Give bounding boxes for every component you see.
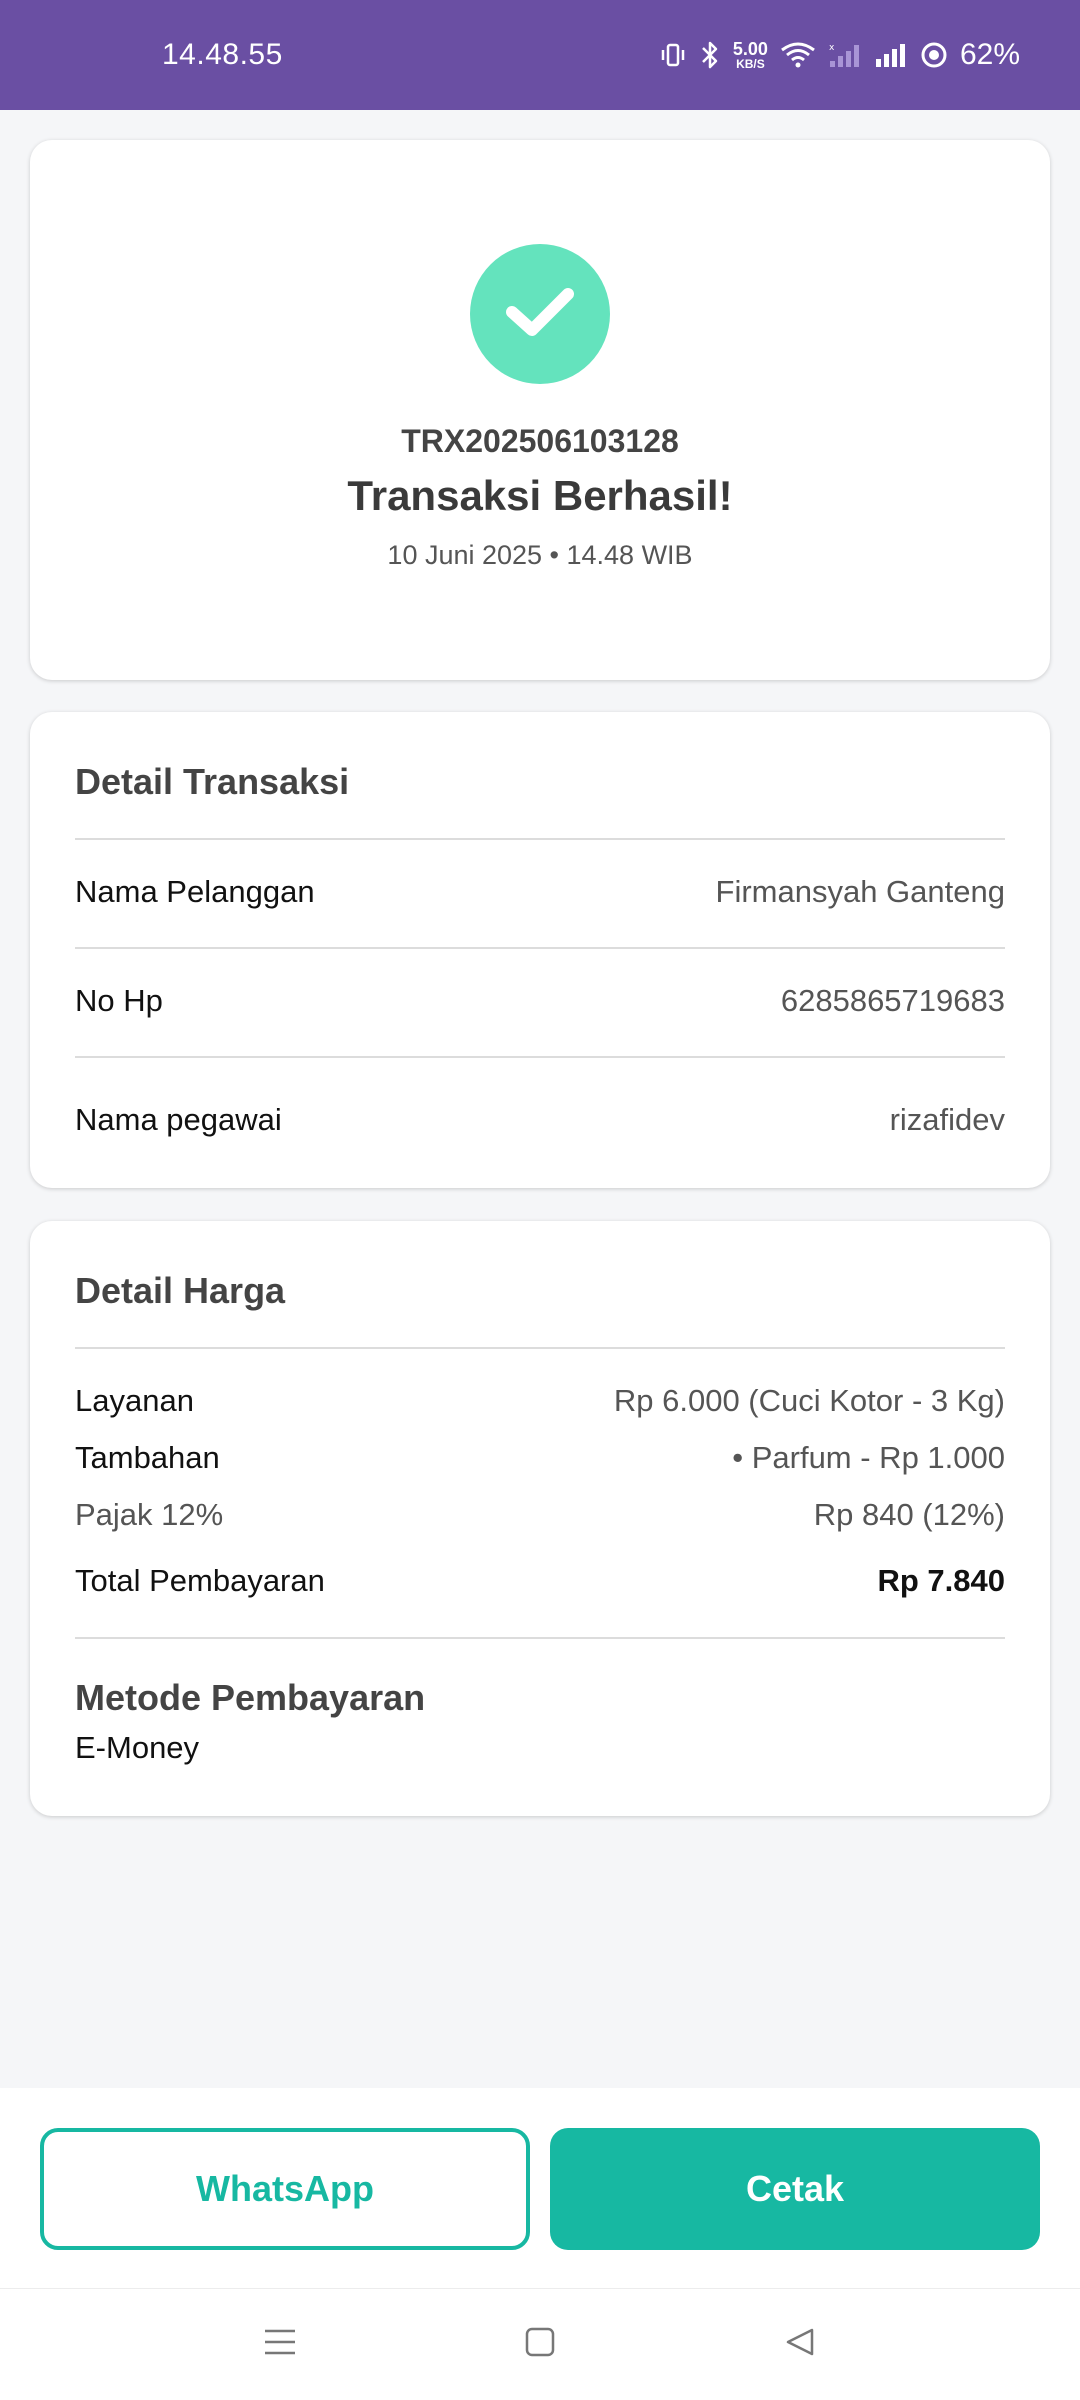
wifi-icon bbox=[780, 41, 816, 69]
recents-button[interactable] bbox=[250, 2315, 310, 2375]
total-value: Rp 7.840 bbox=[877, 1563, 1005, 1598]
bottom-action-bar: WhatsApp Cetak bbox=[0, 2088, 1080, 2288]
price-label: Layanan bbox=[75, 1383, 194, 1418]
divider bbox=[75, 1637, 1005, 1639]
print-button[interactable]: Cetak bbox=[550, 2128, 1040, 2250]
signal-strong-icon bbox=[874, 41, 908, 69]
system-nav-bar bbox=[0, 2288, 1080, 2400]
divider bbox=[75, 1347, 1005, 1349]
status-bar: 14.48.55 5.00 KB/S x 62% bbox=[0, 0, 1080, 110]
price-section-title: Detail Harga bbox=[75, 1270, 286, 1311]
success-title: Transaksi Berhasil! bbox=[347, 472, 733, 519]
menu-icon bbox=[263, 2326, 297, 2363]
price-value: Rp 6.000 (Cuci Kotor - 3 Kg) bbox=[613, 1383, 1005, 1418]
battery-percentage: 62% bbox=[959, 38, 1020, 71]
payment-method-title: Metode Pembayaran bbox=[75, 1677, 426, 1718]
total-label: Total Pembayaran bbox=[75, 1563, 325, 1598]
back-button[interactable] bbox=[770, 2315, 830, 2375]
svg-text:x: x bbox=[829, 43, 835, 53]
price-value: • Parfum - Rp 1.000 bbox=[732, 1440, 1005, 1475]
battery-icon bbox=[920, 41, 948, 69]
detail-label: Nama pegawai bbox=[75, 1102, 282, 1137]
price-row-tax: Pajak 12% Rp 840 (12%) bbox=[75, 1497, 1005, 1533]
transaction-detail-card: Detail Transaksi Nama Pelanggan Firmansy… bbox=[30, 712, 1050, 1188]
square-icon bbox=[524, 2326, 556, 2363]
detail-label: Nama Pelanggan bbox=[75, 874, 315, 909]
net-speed-value: 5.00 bbox=[732, 39, 768, 59]
price-label: Tambahan bbox=[75, 1440, 220, 1475]
divider bbox=[75, 947, 1005, 949]
signal-weak-icon: x bbox=[828, 41, 862, 69]
success-card: TRX202506103128 Transaksi Berhasil! 10 J… bbox=[30, 140, 1050, 680]
status-icons: 5.00 KB/S x 62% bbox=[659, 38, 1020, 72]
price-row-total: Total Pembayaran Rp 7.840 bbox=[75, 1563, 1005, 1599]
detail-label: No Hp bbox=[75, 983, 163, 1018]
price-row-addon: Tambahan • Parfum - Rp 1.000 bbox=[75, 1440, 1005, 1476]
vibrate-icon bbox=[659, 41, 687, 69]
price-label: Pajak 12% bbox=[75, 1497, 224, 1532]
payment-method-value: E-Money bbox=[75, 1730, 200, 1765]
divider bbox=[75, 1056, 1005, 1058]
home-button[interactable] bbox=[510, 2315, 570, 2375]
divider bbox=[75, 838, 1005, 840]
transaction-code: TRX202506103128 bbox=[401, 423, 679, 459]
whatsapp-button[interactable]: WhatsApp bbox=[40, 2128, 530, 2250]
check-icon bbox=[504, 284, 576, 345]
detail-value: rizafidev bbox=[889, 1102, 1005, 1137]
price-row-service: Layanan Rp 6.000 (Cuci Kotor - 3 Kg) bbox=[75, 1383, 1005, 1419]
success-badge bbox=[470, 244, 610, 384]
detail-row-employee: Nama pegawai rizafidev bbox=[75, 1102, 1005, 1138]
detail-row-phone: No Hp 6285865719683 bbox=[75, 983, 1005, 1019]
price-detail-card: Detail Harga Layanan Rp 6.000 (Cuci Koto… bbox=[30, 1221, 1050, 1816]
detail-row-customer: Nama Pelanggan Firmansyah Ganteng bbox=[75, 874, 1005, 910]
detail-value: Firmansyah Ganteng bbox=[715, 874, 1005, 909]
back-triangle-icon bbox=[784, 2326, 816, 2363]
net-speed-unit: KB/S bbox=[736, 57, 765, 71]
net-speed-indicator: 5.00 KB/S bbox=[733, 40, 768, 70]
transaction-datetime: 10 Juni 2025 • 14.48 WIB bbox=[387, 540, 693, 570]
bluetooth-icon bbox=[699, 40, 721, 70]
detail-section-title: Detail Transaksi bbox=[75, 761, 350, 802]
price-value: Rp 840 (12%) bbox=[813, 1497, 1005, 1532]
status-time: 14.48.55 bbox=[162, 38, 283, 71]
detail-value: 6285865719683 bbox=[780, 983, 1005, 1018]
